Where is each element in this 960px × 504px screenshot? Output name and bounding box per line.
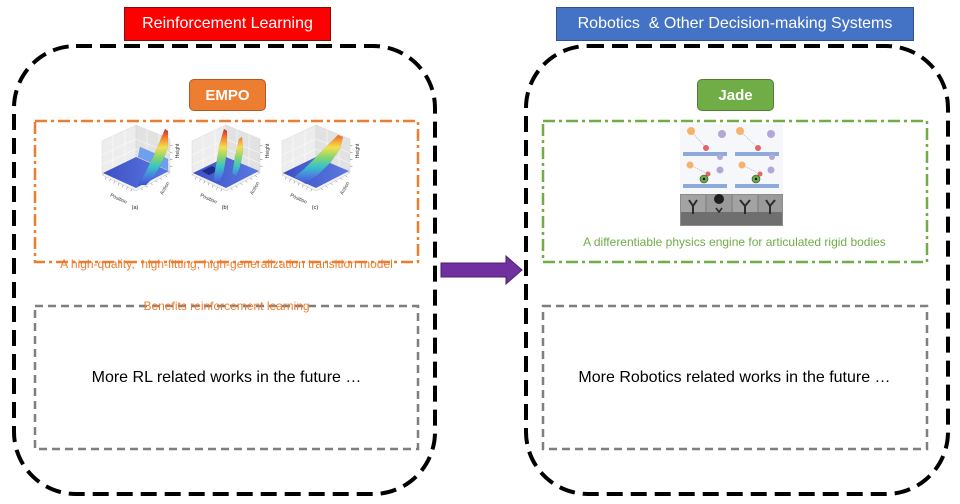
blue-platform <box>683 184 727 188</box>
panel-label: (c) <box>312 205 319 211</box>
empo-description-line-2: Benefits reinforcement learning <box>143 299 310 313</box>
panel-label: (a) <box>132 205 139 211</box>
orange-body <box>687 127 695 135</box>
robotics-title: Robotics & Other Decision-making Systems <box>556 7 914 41</box>
x-axis-label: Position <box>199 193 218 206</box>
surface-plot: Position Action Height (c) <box>281 124 361 211</box>
empo-surface-plots-figure: Position Action Height (a) Position Action Hei… <box>101 124 361 211</box>
orange-body <box>736 127 744 135</box>
y-axis-label: Action <box>339 181 351 196</box>
robotics-panel-frame <box>524 44 950 496</box>
dark-ball <box>714 194 724 204</box>
purple-body <box>767 130 775 138</box>
red-body <box>755 145 761 151</box>
robotics-future-note: More Robotics related works in the futur… <box>578 369 891 386</box>
empo-description: A high-quality, high-fitting, high-gener… <box>36 229 417 341</box>
purple-body <box>769 154 775 160</box>
jade-simulation-figure <box>680 124 783 226</box>
transition-arrow <box>440 254 523 286</box>
x-axis-label: Position <box>109 193 128 206</box>
blue-platform <box>735 184 779 188</box>
x-axis-label: Position <box>289 193 308 206</box>
red-body <box>703 145 709 151</box>
purple-body <box>718 130 726 138</box>
contact-point <box>702 177 706 181</box>
y-axis-label: Action <box>159 181 171 196</box>
diagram-canvas: Reinforcement Learning EMPO Position Acti… <box>0 0 960 504</box>
surface-plot: Position Action Height (a) <box>101 124 181 211</box>
purple-body <box>716 166 724 174</box>
rl-title: Reinforcement Learning <box>124 7 331 41</box>
rl-future-note: More RL related works in the future … <box>91 369 362 386</box>
z-axis-label: Height <box>265 143 271 158</box>
purple-body <box>767 166 775 174</box>
y-axis-label: Action <box>249 181 261 196</box>
jade-label: Jade <box>697 79 774 111</box>
z-axis-label: Height <box>355 143 361 158</box>
z-axis-label: Height <box>175 143 181 158</box>
surface-plot: Position Action Height (b) <box>191 124 271 211</box>
jade-description: A differentiable physics engine for arti… <box>583 235 886 249</box>
orange-body <box>738 161 746 169</box>
contact-point <box>754 177 758 181</box>
orange-body <box>686 161 694 169</box>
panel-label: (b) <box>222 205 229 211</box>
empo-label: EMPO <box>189 79 266 111</box>
render-floor <box>681 212 782 225</box>
empo-description-line-1: A high-quality, high-fitting, high-gener… <box>60 257 393 271</box>
purple-body <box>717 154 723 160</box>
